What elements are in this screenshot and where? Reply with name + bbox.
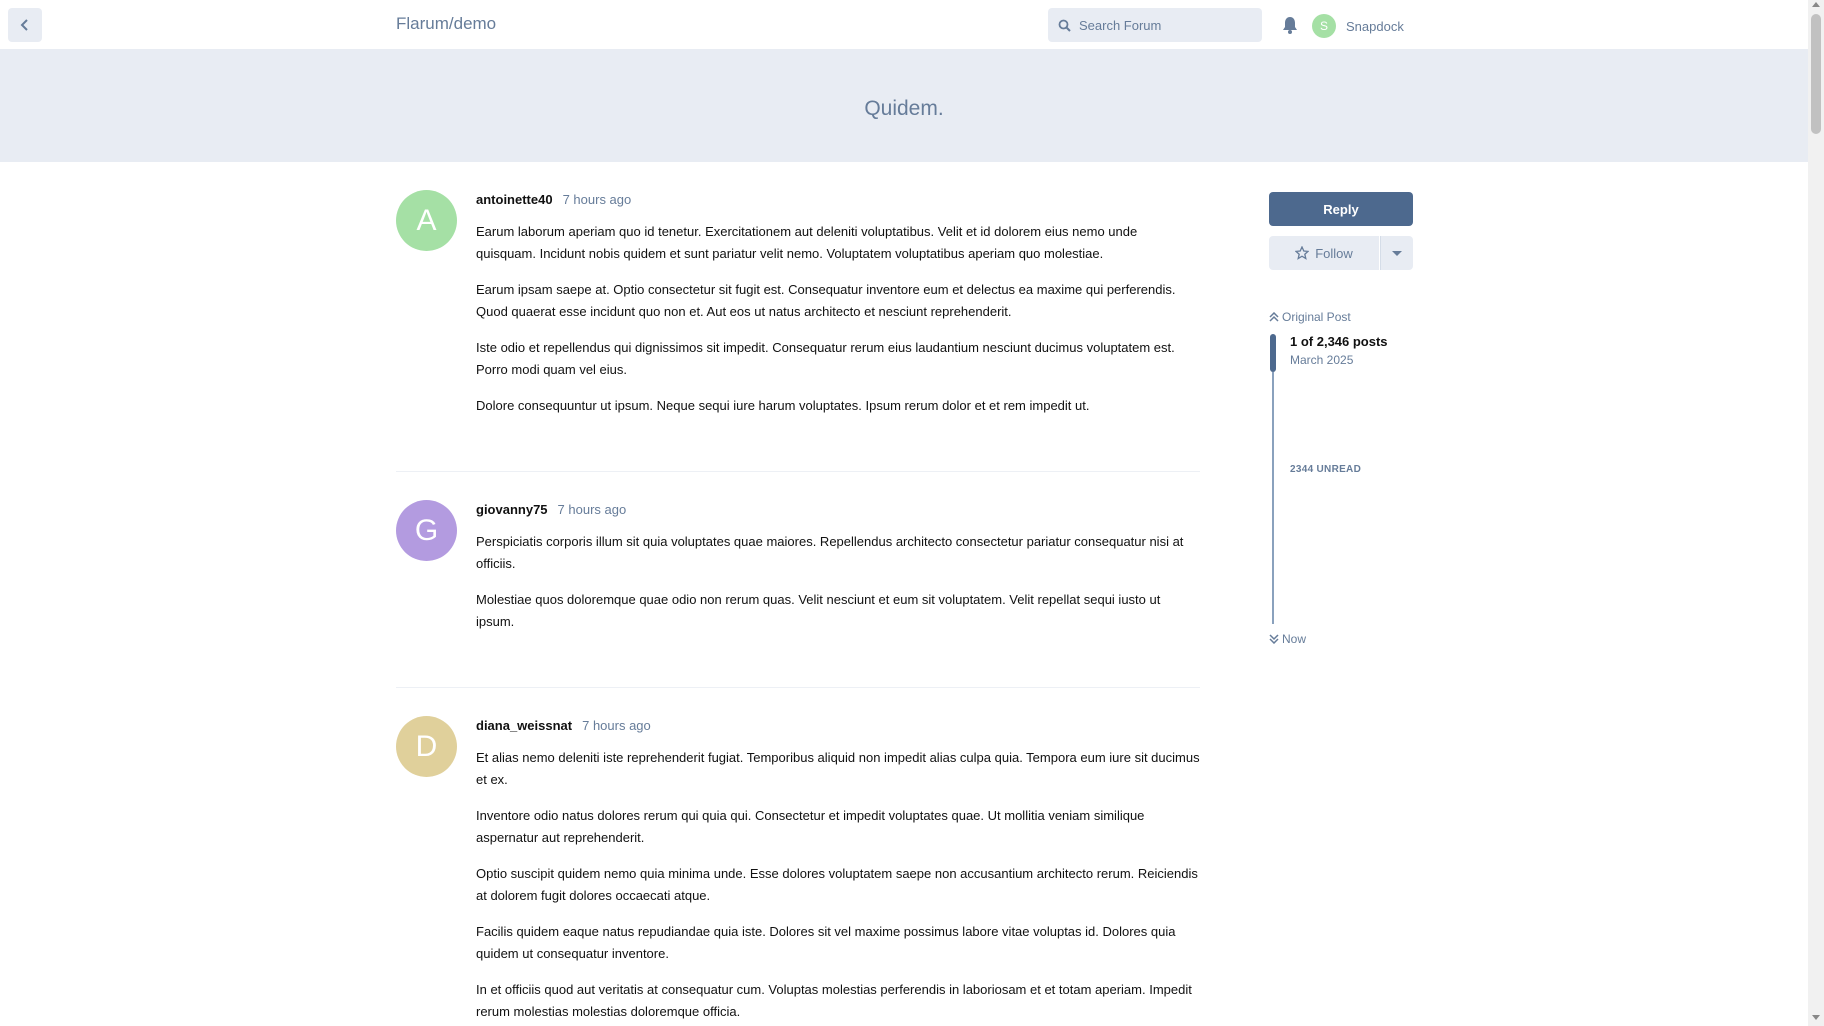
post-body: Et alias nemo deleniti iste reprehenderi…: [476, 747, 1200, 1023]
controls-dropdown-button[interactable]: [1380, 236, 1413, 270]
double-chevron-down-icon: [1269, 634, 1279, 644]
post-body: Earum laborum aperiam quo id tenetur. Ex…: [476, 221, 1200, 417]
now-link[interactable]: Now: [1269, 632, 1413, 646]
scrollbar-thumb[interactable]: [1811, 14, 1821, 134]
username-label: Snapdock: [1346, 18, 1404, 34]
follow-button[interactable]: Follow: [1269, 236, 1379, 270]
post-avatar[interactable]: D: [396, 716, 457, 777]
top-header: Flarum/demo S Snapdock: [0, 0, 1808, 50]
caret-down-icon: [1392, 250, 1402, 256]
post-item: G giovanny75 7 hours ago Perspiciatis co…: [396, 472, 1200, 688]
search-box[interactable]: [1048, 8, 1262, 42]
post-time[interactable]: 7 hours ago: [563, 192, 632, 207]
post-stream: A antoinette40 7 hours ago Earum laborum…: [396, 162, 1200, 1026]
post-item: A antoinette40 7 hours ago Earum laborum…: [396, 162, 1200, 472]
discussion-sidebar: Reply Follow Original Post 1 of 2,346 po…: [1269, 192, 1413, 646]
post-paragraph: In et officiis quod aut veritatis at con…: [476, 982, 1192, 1019]
double-chevron-up-icon: [1269, 312, 1279, 322]
post-paragraph: Iste odio et repellendus qui dignissimos…: [476, 340, 1175, 377]
star-icon: [1295, 246, 1310, 260]
post-scrubber[interactable]: Original Post 1 of 2,346 posts March 202…: [1269, 310, 1413, 646]
original-post-label: Original Post: [1282, 310, 1351, 324]
scrubber-count: 1 of 2,346 posts: [1290, 334, 1388, 349]
post-paragraph: Dolore consequuntur ut ipsum. Neque sequ…: [476, 398, 1090, 413]
original-post-link[interactable]: Original Post: [1269, 310, 1413, 324]
search-input[interactable]: [1079, 17, 1249, 33]
discussion-title: Quidem.: [864, 97, 944, 120]
post-item: D diana_weissnat 7 hours ago Et alias ne…: [396, 688, 1200, 1026]
page-scrollbar[interactable]: [1808, 0, 1824, 1026]
post-avatar[interactable]: G: [396, 500, 457, 561]
post-body: Perspiciatis corporis illum sit quia vol…: [476, 531, 1200, 633]
search-icon: [1058, 19, 1071, 32]
post-paragraph: Earum ipsam saepe at. Optio consectetur …: [476, 282, 1176, 319]
post-avatar[interactable]: A: [396, 190, 457, 251]
post-paragraph: Perspiciatis corporis illum sit quia vol…: [476, 534, 1184, 571]
back-button[interactable]: [8, 8, 42, 42]
post-paragraph: Et alias nemo deleniti iste reprehenderi…: [476, 750, 1200, 787]
scrubber-date: March 2025: [1290, 353, 1354, 367]
now-label: Now: [1282, 632, 1307, 646]
site-title[interactable]: Flarum/demo: [396, 14, 496, 34]
session-dropdown[interactable]: S Snapdock: [1312, 14, 1404, 38]
post-username[interactable]: diana_weissnat: [476, 718, 572, 733]
scrubber-track[interactable]: 1 of 2,346 posts March 2025 2344 UNREAD: [1270, 334, 1413, 624]
avatar: S: [1312, 14, 1336, 38]
post-paragraph: Earum laborum aperiam quo id tenetur. Ex…: [476, 224, 1138, 261]
post-username[interactable]: giovanny75: [476, 502, 548, 517]
scrubber-info: 1 of 2,346 posts March 2025: [1290, 334, 1388, 367]
scroll-down-arrow-icon[interactable]: [1812, 1015, 1820, 1020]
scrubber-unread-bar: [1272, 372, 1274, 624]
scrubber-handle[interactable]: [1270, 334, 1276, 372]
post-paragraph: Optio suscipit quidem nemo quia minima u…: [476, 866, 1198, 903]
notifications-bell-icon[interactable]: [1282, 16, 1298, 34]
post-username[interactable]: antoinette40: [476, 192, 553, 207]
post-time[interactable]: 7 hours ago: [582, 718, 651, 733]
post-paragraph: Inventore odio natus dolores rerum qui q…: [476, 808, 1145, 845]
reply-button[interactable]: Reply: [1269, 192, 1413, 226]
post-paragraph: Molestiae quos doloremque quae odio non …: [476, 592, 1161, 629]
discussion-hero: Quidem.: [0, 50, 1808, 162]
follow-label: Follow: [1315, 245, 1353, 261]
follow-controls: Follow: [1269, 236, 1413, 270]
chevron-left-icon: [20, 19, 28, 31]
scroll-up-arrow-icon[interactable]: [1812, 2, 1820, 7]
post-time[interactable]: 7 hours ago: [558, 502, 627, 517]
post-paragraph: Facilis quidem eaque natus repudiandae q…: [476, 924, 1176, 961]
scrubber-unread: 2344 UNREAD: [1290, 464, 1362, 475]
